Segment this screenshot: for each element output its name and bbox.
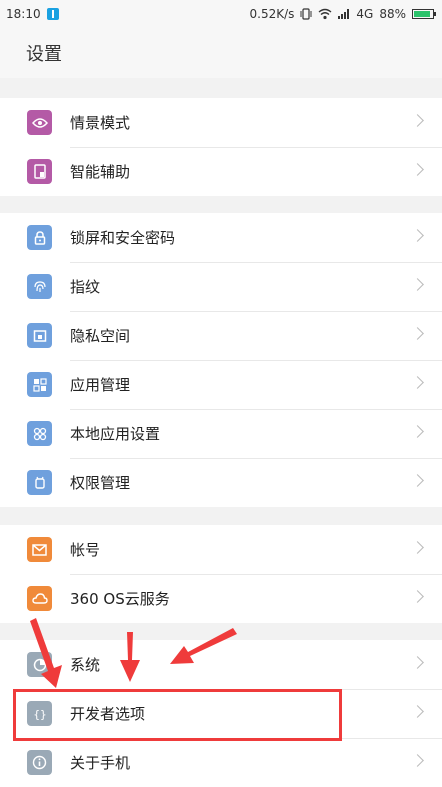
setting-label: 应用管理: [70, 376, 131, 394]
setting-label: 360 OS云服务: [70, 590, 170, 608]
setting-item-account[interactable]: 帐号: [0, 525, 442, 574]
svg-text:{}: {}: [33, 708, 46, 721]
settings-group: 帐号 360 OS云服务: [0, 525, 442, 623]
setting-item-system[interactable]: 系统: [0, 640, 442, 689]
setting-label: 情景模式: [70, 114, 131, 132]
setting-item-privacy-space[interactable]: 隐私空间: [0, 311, 442, 360]
setting-item-lock-screen[interactable]: 锁屏和安全密码: [0, 213, 442, 262]
chevron-right-icon: [411, 754, 424, 767]
braces-icon: {}: [27, 701, 52, 726]
setting-item-permissions[interactable]: 权限管理: [0, 458, 442, 507]
setting-item-local-app-settings[interactable]: 本地应用设置: [0, 409, 442, 458]
battery-percent: 88%: [379, 7, 406, 21]
chevron-right-icon: [411, 278, 424, 291]
phone-icon: [27, 159, 52, 184]
chevron-right-icon: [411, 229, 424, 242]
setting-label: 开发者选项: [70, 705, 146, 723]
info-icon: [27, 750, 52, 775]
signal-icon: [338, 9, 350, 19]
chevron-right-icon: [411, 327, 424, 340]
network-speed: 0.52K/s: [249, 7, 295, 21]
setting-item-fingerprint[interactable]: 指纹: [0, 262, 442, 311]
privacy-icon: [27, 323, 52, 348]
setting-label: 系统: [70, 656, 101, 674]
chevron-right-icon: [411, 656, 424, 669]
setting-label: 指纹: [70, 278, 101, 296]
setting-item-scene-mode[interactable]: 情景模式: [0, 98, 442, 147]
setting-item-smart-assist[interactable]: 智能辅助: [0, 147, 442, 196]
apps-grid-icon: [27, 372, 52, 397]
chevron-right-icon: [411, 425, 424, 438]
header: 设置: [0, 28, 442, 78]
usb-icon: [46, 8, 59, 20]
setting-item-developer-options[interactable]: {} 开发者选项: [0, 689, 442, 738]
eye-icon: [27, 110, 52, 135]
page-title: 设置: [26, 44, 62, 65]
settings-group: 系统 {} 开发者选项 关于手机: [0, 640, 442, 787]
battery-icon: [412, 9, 436, 19]
network-type: 4G: [356, 7, 374, 21]
chevron-right-icon: [411, 163, 424, 176]
wifi-icon: [318, 8, 332, 20]
chevron-right-icon: [411, 590, 424, 603]
settings-group: 情景模式 智能辅助: [0, 98, 442, 196]
setting-item-app-management[interactable]: 应用管理: [0, 360, 442, 409]
android-icon: [27, 470, 52, 495]
settings-group: 锁屏和安全密码 指纹 隐私空间 应用管理 本地应用设置 权限管理: [0, 213, 442, 507]
setting-item-360os-cloud[interactable]: 360 OS云服务: [0, 574, 442, 623]
mail-icon: [27, 537, 52, 562]
setting-label: 权限管理: [70, 474, 131, 492]
chevron-right-icon: [411, 541, 424, 554]
setting-label: 隐私空间: [70, 327, 131, 345]
cloud-icon: [27, 586, 52, 611]
setting-label: 帐号: [70, 541, 101, 559]
setting-label: 智能辅助: [70, 163, 131, 181]
fingerprint-icon: [27, 274, 52, 299]
status-time: 18:10: [6, 7, 41, 21]
setting-label: 本地应用设置: [70, 425, 161, 443]
pie-icon: [27, 652, 52, 677]
chevron-right-icon: [411, 474, 424, 487]
setting-label: 锁屏和安全密码: [70, 229, 176, 247]
setting-label: 关于手机: [70, 754, 131, 772]
chevron-right-icon: [411, 114, 424, 127]
setting-item-about-phone[interactable]: 关于手机: [0, 738, 442, 787]
chevron-right-icon: [411, 705, 424, 718]
lock-icon: [27, 225, 52, 250]
vibrate-icon: [300, 8, 312, 20]
chevron-right-icon: [411, 376, 424, 389]
clover-icon: [27, 421, 52, 446]
status-bar: 18:10 0.52K/s 4G 88%: [0, 0, 442, 28]
